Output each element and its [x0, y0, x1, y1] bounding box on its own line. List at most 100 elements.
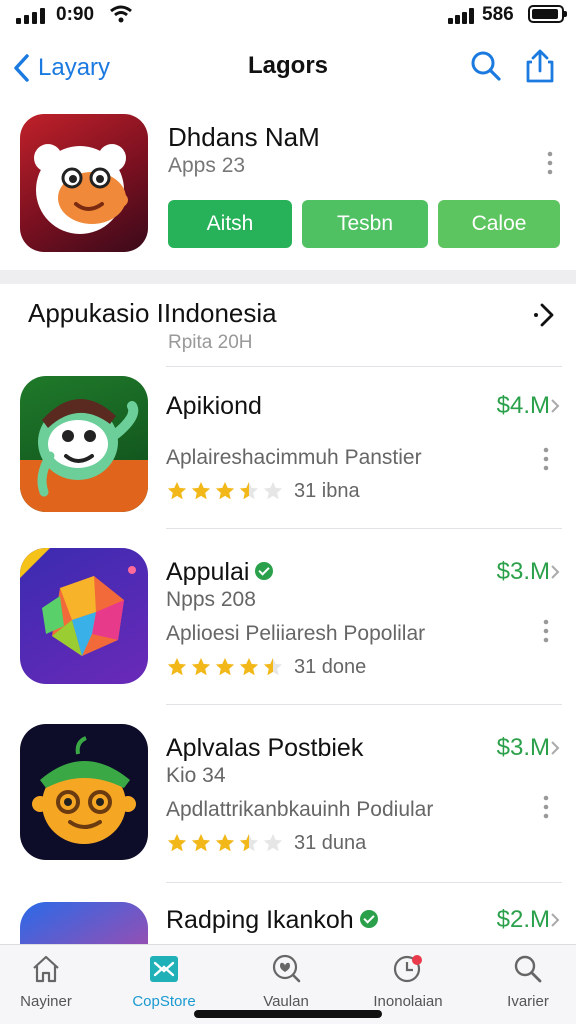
app-category: Npps 208 [166, 588, 256, 611]
verified-badge-icon [255, 562, 274, 581]
divider [166, 704, 562, 705]
star-icon [215, 657, 235, 676]
rating-count: 31 ibna [294, 480, 360, 502]
share-icon[interactable] [522, 48, 558, 84]
featured-action-button-3[interactable]: Caloe [438, 200, 560, 248]
more-options-icon[interactable] [536, 792, 556, 822]
wifi-icon [110, 5, 132, 23]
app-name-text: Appulai [166, 558, 250, 586]
star-rating [166, 832, 284, 854]
more-options-icon[interactable] [536, 616, 556, 646]
app-name: Apikiond [166, 392, 262, 420]
star-icon [215, 481, 235, 500]
tab-label: Inonolaian [373, 993, 443, 1010]
cube-icon [20, 548, 136, 656]
app-description: Apdlattrikanbkauinh Podiular [166, 798, 434, 821]
star-icon [191, 657, 211, 676]
more-options-icon[interactable] [536, 444, 556, 474]
star-icon [167, 481, 187, 500]
tab-search[interactable]: Ivarier [478, 953, 576, 1010]
app-price[interactable]: $4.M [497, 392, 550, 420]
featured-action-button-1[interactable]: Aitsh [168, 200, 292, 248]
app-section: Appukasio IIndonesia Rpita 20H Apikiond … [4, 284, 572, 1024]
section-subtitle: Rpita 20H [168, 332, 253, 353]
tab-label: CopStore [132, 993, 196, 1010]
updates-icon [393, 955, 422, 983]
chevron-right-icon[interactable] [530, 300, 560, 330]
chevron-right-icon [551, 565, 560, 579]
featured-app-subtitle: Apps 23 [168, 154, 246, 177]
tab-label: Vaulan [263, 993, 309, 1010]
star-icon [191, 833, 211, 852]
more-options-icon[interactable] [540, 148, 560, 178]
divider [166, 882, 562, 883]
app-price[interactable]: $3.M [497, 734, 550, 762]
divider [166, 528, 562, 529]
tab-updates[interactable]: Inonolaian [358, 953, 458, 1010]
featured-action-button-2[interactable]: Tesbn [302, 200, 428, 248]
app-icon[interactable] [20, 724, 148, 860]
app-icon[interactable] [20, 376, 148, 512]
featured-app-name: Dhdans NaM [168, 122, 320, 152]
star-icon [263, 481, 283, 500]
app-category: Kio 34 [166, 764, 226, 787]
rating-count: 31 duna [294, 832, 367, 854]
app-store-screen: 0:90 586 Layary Lagors Dhdans NaM Apps 2… [0, 0, 576, 1024]
battery-icon [528, 5, 567, 23]
battery-percent: 586 [482, 4, 514, 25]
section-separator [0, 270, 576, 284]
chevron-right-icon [551, 913, 560, 927]
app-name-text: Radping Ikankoh [166, 906, 354, 934]
mascot-icon [34, 144, 128, 234]
search-heart-icon [272, 954, 301, 983]
tab-discover[interactable]: Vaulan [236, 953, 336, 1010]
section-title: Appukasio IIndonesia [28, 298, 277, 328]
signal-icon [16, 8, 48, 24]
star-icon [263, 657, 283, 676]
rating-count: 31 done [294, 656, 367, 678]
star-icon [239, 833, 259, 852]
search-icon[interactable] [468, 48, 504, 84]
tab-label: Ivarier [507, 993, 549, 1010]
app-name: Radping Ikankoh [166, 906, 378, 935]
star-icon [239, 481, 259, 500]
app-name: Appulai [166, 558, 274, 587]
chevron-right-icon [551, 741, 560, 755]
chevron-right-icon [551, 399, 560, 413]
divider [166, 366, 562, 367]
status-bar: 0:90 586 [0, 0, 576, 30]
appstore-icon [150, 956, 178, 982]
tab-label: Nayiner [20, 993, 72, 1010]
home-icon [33, 955, 59, 983]
featured-app-icon[interactable] [20, 114, 148, 252]
app-name: Aplvalas Postbiek [166, 734, 364, 762]
cell-signal-icon [448, 8, 476, 24]
app-icon[interactable] [20, 548, 148, 684]
navigation-bar: Layary Lagors [0, 40, 576, 96]
search-icon [514, 955, 542, 983]
app-price[interactable]: $3.M [497, 558, 550, 586]
star-icon [263, 833, 283, 852]
star-icon [167, 657, 187, 676]
star-rating [166, 656, 284, 678]
app-description: Aplaireshacimmuh Panstier [166, 446, 422, 469]
star-icon [191, 481, 211, 500]
app-price[interactable]: $2.M [497, 906, 550, 934]
status-time: 0:90 [56, 4, 95, 25]
list-item[interactable]: Aplvalas Postbiek $3.M Kio 34 Apdlattrik… [4, 704, 572, 880]
star-icon [215, 833, 235, 852]
star-rating [166, 480, 284, 502]
home-indicator [194, 1010, 382, 1018]
star-icon [167, 833, 187, 852]
star-icon [239, 657, 259, 676]
dragon-icon [20, 398, 148, 512]
list-item[interactable]: Appulai $3.M Npps 208 Aplioesi Peliiares… [4, 528, 572, 704]
character-icon [32, 736, 136, 844]
featured-app: Dhdans NaM Apps 23 Aitsh Tesbn Caloe [0, 108, 576, 268]
app-description: Aplioesi Peliiaresh Popolilar [166, 622, 426, 645]
featured-actions: Aitsh Tesbn Caloe [168, 200, 560, 248]
verified-badge-icon [359, 910, 378, 929]
tab-home[interactable]: Nayiner [0, 953, 96, 1010]
list-item[interactable]: Apikiond $4.M Aplaireshacimmuh Panstier … [4, 366, 572, 542]
tab-appstore[interactable]: CopStore [114, 953, 214, 1010]
